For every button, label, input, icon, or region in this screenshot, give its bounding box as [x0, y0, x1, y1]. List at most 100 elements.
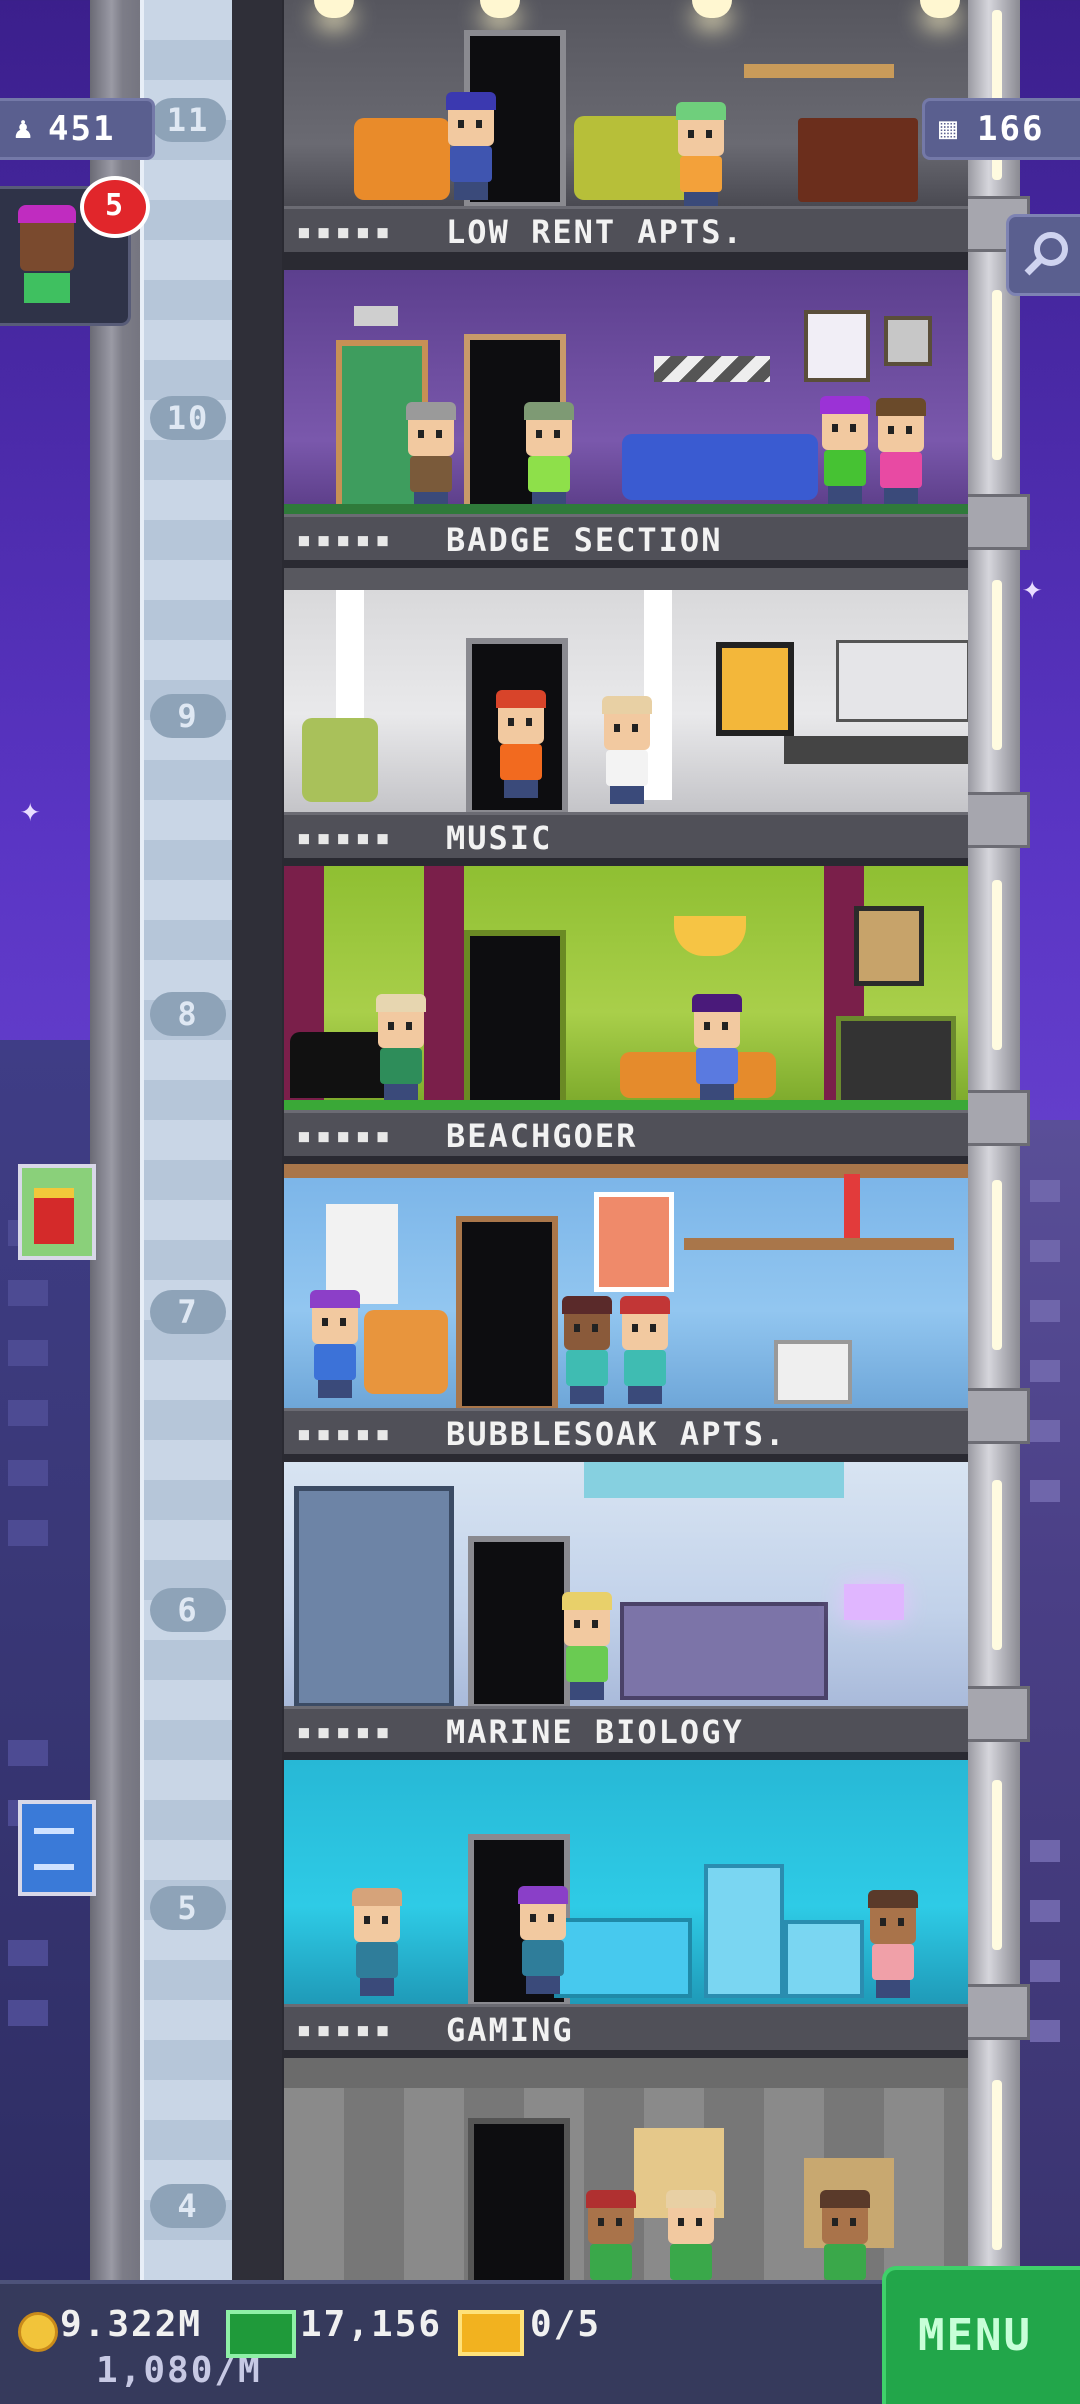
floor-rating-dots: ▪▪▪▪▪ [296, 1419, 395, 1449]
floor-label-bar: ▪▪▪▪▪ GAMING [284, 2004, 968, 2050]
floor-name: LOW RENT APTS. [446, 213, 744, 251]
menu-button[interactable]: MENU [882, 2266, 1080, 2404]
floor-label-bar: ▪▪▪▪▪ BEACHGOER [284, 1110, 968, 1156]
tenant[interactable] [818, 2190, 872, 2280]
floor-rating-dots: ▪▪▪▪▪ [296, 823, 395, 853]
tenant[interactable] [690, 994, 744, 1102]
tenant[interactable] [560, 1592, 614, 1700]
search-button[interactable] [1006, 214, 1080, 296]
tenant[interactable] [874, 398, 928, 506]
tenant[interactable] [560, 1296, 614, 1404]
doorway [468, 1536, 570, 1710]
floor-label-bar: ▪▪▪▪▪ BUBBLESOAK APTS. [284, 1408, 968, 1454]
orange-armchair [364, 1310, 448, 1394]
sky-star: ✦ [1022, 568, 1043, 608]
floor-number-4: 4 [150, 2184, 226, 2228]
green-armchair [302, 718, 378, 802]
floor-rating-dots: ▪▪▪▪▪ [296, 525, 395, 555]
tenant[interactable] [664, 2190, 718, 2280]
bookshelf [744, 64, 894, 78]
coins-value: 9.322M [60, 2304, 203, 2345]
floor-beachgoer[interactable]: ▪▪▪▪▪ BEACHGOER [284, 866, 968, 1156]
tenant[interactable] [374, 994, 428, 1102]
wall-painting [854, 906, 924, 986]
floor-gaming[interactable]: ▪▪▪▪▪ GAMING [284, 1760, 968, 2050]
ceiling-lamp [692, 0, 732, 18]
tenant[interactable] [600, 696, 654, 804]
floor-badge-section[interactable]: ▪▪▪▪▪ BADGE SECTION [284, 270, 968, 560]
population-counter[interactable]: ♟ 451 [0, 98, 155, 160]
room-gaming [284, 1760, 968, 2008]
room-badge-section [284, 270, 968, 518]
tenant[interactable] [350, 1888, 404, 1996]
doorway [456, 1216, 558, 1412]
floor-number-8: 8 [150, 992, 226, 1036]
tenant[interactable] [818, 396, 872, 504]
blue-stove [784, 1920, 864, 1998]
floor-trim [284, 504, 968, 514]
floor-name: MUSIC [446, 819, 553, 857]
tenant[interactable] [516, 1886, 570, 1994]
ceiling-strip [284, 568, 968, 590]
framed-picture [716, 642, 794, 736]
tenant[interactable] [522, 402, 576, 510]
aquarium-cabinet [554, 1918, 692, 1998]
floor-label-bar: ▪▪▪▪▪ LOW RENT APTS. [284, 206, 968, 252]
coin-icon [18, 2312, 58, 2352]
chat-ad-icon[interactable] [18, 1800, 96, 1896]
curtain-drape [584, 1462, 844, 1498]
bunk-bed [294, 1486, 454, 1708]
room-music [284, 568, 968, 816]
tenant[interactable] [584, 2190, 638, 2280]
tenant[interactable] [404, 402, 458, 510]
floor-label-bar: ▪▪▪▪▪ MARINE BIOLOGY [284, 1706, 968, 1752]
floors-value: 166 [977, 109, 1045, 149]
visitor-hair [18, 205, 76, 223]
ceiling-lamp [314, 0, 354, 18]
bathtub [620, 1602, 828, 1700]
tenant[interactable] [444, 92, 498, 200]
floor-label-bar: ▪▪▪▪▪ BADGE SECTION [284, 514, 968, 560]
doorway [468, 2118, 570, 2280]
bux-icon [226, 2310, 296, 2358]
striped-sign [654, 356, 770, 382]
tenant[interactable] [494, 690, 548, 798]
floor-rating-dots: ▪▪▪▪▪ [296, 1717, 395, 1747]
tenant[interactable] [618, 1296, 672, 1404]
kitchen-counter [784, 736, 968, 764]
room-marine-biology [284, 1462, 968, 1710]
person-icon: ♟ [14, 111, 35, 146]
floor-marine-biology[interactable]: ▪▪▪▪▪ MARINE BIOLOGY [284, 1462, 968, 1752]
room-low-rent-apts [284, 0, 968, 210]
visitor-avatar [20, 217, 74, 271]
wood-plank [284, 1164, 968, 1178]
kitchen-cabinet [836, 640, 968, 722]
tenant[interactable] [866, 1890, 920, 1998]
floor-music[interactable]: ▪▪▪▪▪ MUSIC [284, 568, 968, 858]
visitor-body [24, 273, 70, 303]
floor-bubblesoak-apts[interactable]: ▪▪▪▪▪ BUBBLESOAK APTS. [284, 1164, 968, 1454]
population-value: 451 [48, 109, 116, 149]
fries-ad-icon[interactable] [18, 1164, 96, 1260]
floor-rating-dots: ▪▪▪▪▪ [296, 217, 395, 247]
bookshelf [774, 1340, 852, 1404]
room-block-world [284, 2058, 968, 2280]
notification-badge: 5 [80, 176, 150, 238]
wall-shelf [684, 1238, 954, 1250]
sunset-poster [594, 1192, 674, 1292]
ticket-icon [458, 2310, 524, 2356]
magnifier-icon [1024, 232, 1068, 276]
lighthouse-ornament [844, 1174, 860, 1238]
bux-value: 17,156 [300, 2304, 443, 2345]
floor-low-rent-apts[interactable]: ▪▪▪▪▪ LOW RENT APTS. [284, 0, 968, 252]
chandelier [674, 916, 746, 956]
building-icon: ▦ [939, 111, 960, 146]
floor-name: BUBBLESOAK APTS. [446, 1415, 787, 1453]
blue-sofa [622, 434, 818, 500]
tv-set [798, 118, 918, 202]
window-shutter [326, 1204, 398, 1304]
tenant[interactable] [308, 1290, 362, 1398]
tenant[interactable] [674, 102, 728, 210]
floors-counter[interactable]: ▦ 166 [922, 98, 1080, 160]
floor-4-room[interactable] [284, 2058, 968, 2280]
